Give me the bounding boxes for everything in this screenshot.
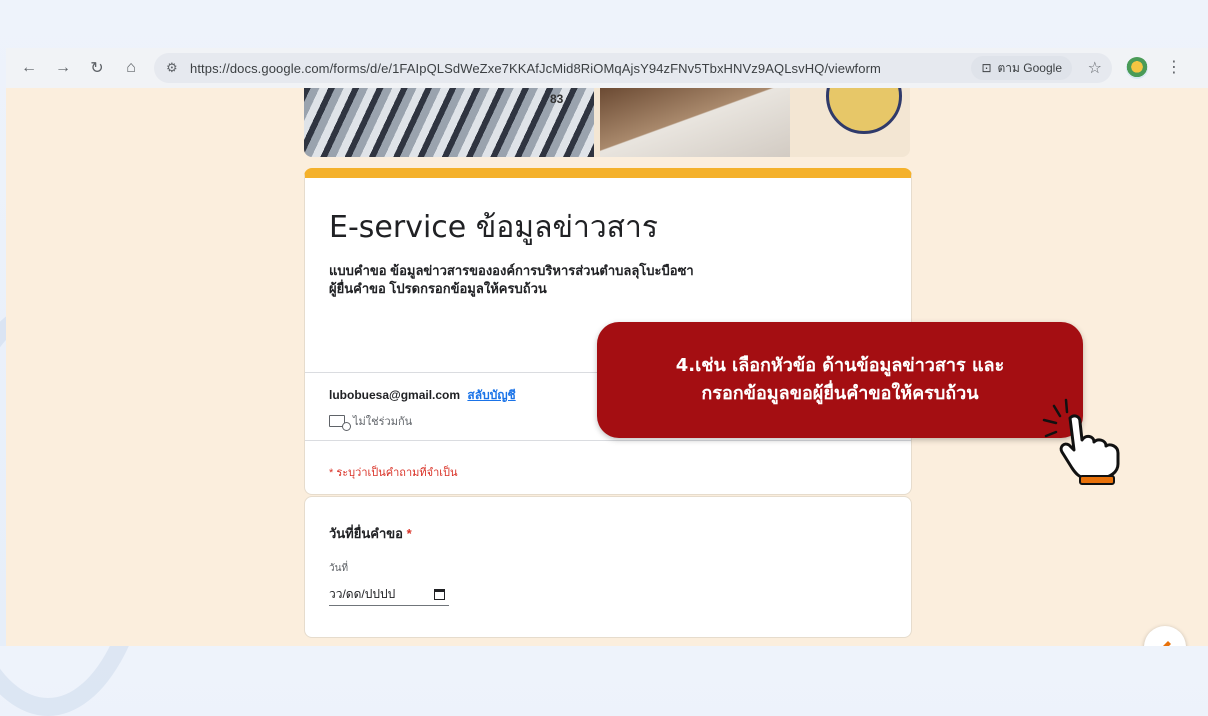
account-row: lubobuesa@gmail.com สลับบัญชี	[329, 386, 516, 405]
address-bar[interactable]: ⚙ https://docs.google.com/forms/d/e/1FAI…	[154, 53, 1112, 83]
back-icon[interactable]: ←	[18, 57, 40, 79]
callout-line-1: 4.เช่น เลือกหัวข้อ ด้านข้อมูลข่าวสาร และ	[675, 355, 1005, 376]
form-description: แบบคำขอ ข้อมูลข่าวสารขององค์การบริหารส่ว…	[329, 262, 694, 298]
home-icon[interactable]: ⌂	[120, 57, 142, 79]
url-text[interactable]: https://docs.google.com/forms/d/e/1FAIpQ…	[190, 61, 881, 76]
account-email: lubobuesa@gmail.com	[329, 388, 461, 402]
question-card-date: วันที่ยื่นคำขอ * วันที่ วว/ดด/ปปปป	[304, 496, 912, 638]
browser-toolbar: ← → ↻ ⌂ ⚙ https://docs.google.com/forms/…	[6, 48, 1208, 88]
date-label: วันที่	[329, 563, 349, 574]
profile-avatar[interactable]	[1126, 57, 1148, 79]
binder-label: 83	[550, 92, 564, 106]
date-placeholder: วว/ดด/ปปปป	[329, 586, 396, 601]
required-asterisk: *	[406, 526, 412, 541]
reload-icon[interactable]: ↻	[86, 57, 108, 79]
divider	[305, 440, 911, 441]
pointing-hand-icon	[1042, 398, 1120, 485]
google-lens-chip[interactable]: ⊡ ตาม Google	[971, 56, 1072, 80]
menu-icon[interactable]: ⋮	[1166, 57, 1182, 77]
edit-button[interactable]	[1144, 626, 1186, 646]
instruction-callout: 4.เช่น เลือกหัวข้อ ด้านข้อมูลข่าวสาร และ…	[597, 322, 1083, 438]
pencil-icon	[1163, 641, 1171, 646]
not-shared-row: ไม่ใช่ร่วมกัน	[329, 412, 413, 431]
date-input[interactable]: วว/ดด/ปปปป	[329, 583, 449, 606]
form-title: E-service ข้อมูลข่าวสาร	[329, 210, 658, 245]
required-note: * ระบุว่าเป็นคำถามที่จำเป็น	[329, 467, 458, 479]
lens-icon: ⊡	[981, 61, 992, 75]
description-line-1: แบบคำขอ ข้อมูลข่าวสารขององค์การบริหารส่ว…	[329, 263, 694, 278]
calendar-icon[interactable]	[434, 588, 445, 600]
organization-seal	[826, 88, 902, 134]
forward-icon[interactable]: →	[52, 57, 74, 79]
form-header-image: 83	[304, 88, 910, 157]
document-handover-image	[600, 88, 790, 157]
lens-label: ตาม Google	[997, 60, 1062, 75]
not-shared-text: ไม่ใช่ร่วมกัน	[353, 416, 413, 428]
callout-line-2: กรอกข้อมูลขอผู้ยื่นคำขอให้ครบถ้วน	[701, 383, 979, 404]
bookmark-star-icon[interactable]: ☆	[1088, 58, 1102, 78]
mail-not-shared-icon	[329, 415, 351, 431]
site-info-icon[interactable]: ⚙	[166, 60, 186, 76]
question-title-text: วันที่ยื่นคำขอ	[329, 526, 403, 541]
switch-account-link[interactable]: สลับบัญชี	[467, 388, 515, 402]
description-line-2: ผู้ยื่นคำขอ โปรดกรอกข้อมูลให้ครบถ้วน	[329, 281, 547, 296]
question-title: วันที่ยื่นคำขอ *	[329, 523, 412, 544]
